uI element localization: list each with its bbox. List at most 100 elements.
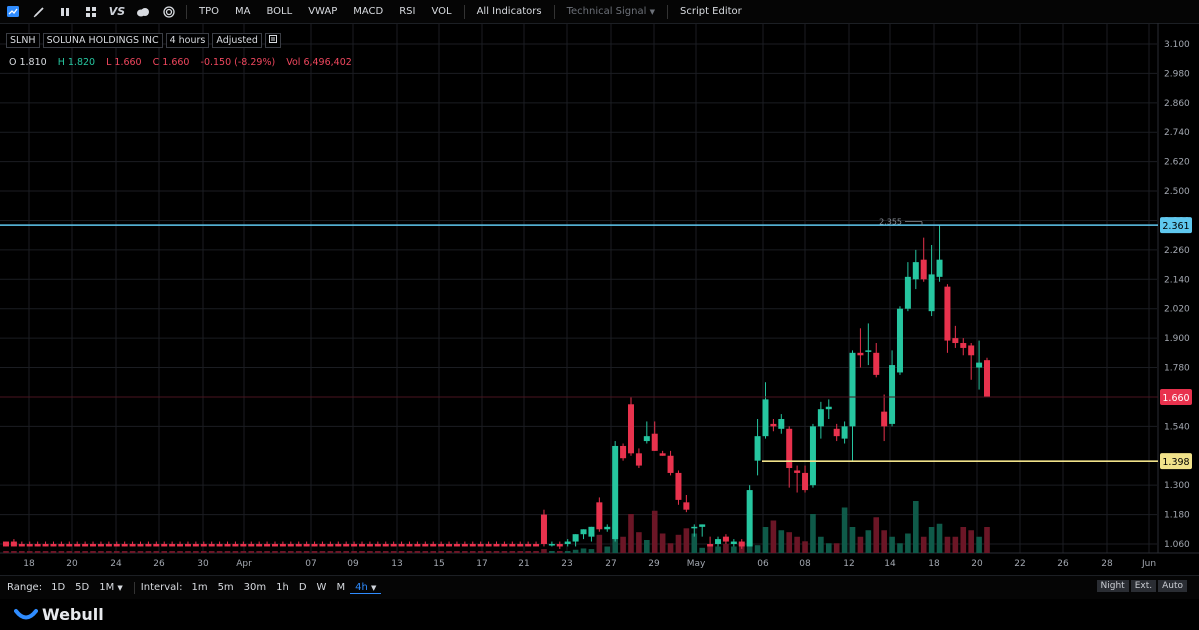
volume-bar <box>50 551 57 553</box>
volume-bar <box>161 551 168 553</box>
volume-bar <box>636 532 642 553</box>
volume-bar <box>42 551 49 553</box>
candle-body <box>817 409 824 427</box>
candle-body <box>976 362 983 368</box>
volume-bar <box>952 536 959 553</box>
range-1m[interactable]: 1M ▼ <box>94 582 128 593</box>
candle-body <box>366 544 373 547</box>
indicator-macd[interactable]: MACD <box>345 6 391 17</box>
candle-body <box>928 274 935 312</box>
target-icon[interactable] <box>156 0 182 23</box>
volume-bar <box>359 551 365 553</box>
interval-d[interactable]: D <box>294 582 312 593</box>
candle-body <box>279 544 286 547</box>
volume-bar <box>327 551 334 553</box>
range-5d[interactable]: 5D <box>70 582 94 593</box>
volume-bar <box>137 551 144 553</box>
y-tick-label: 2.500 <box>1164 187 1190 197</box>
interval-w[interactable]: W <box>312 582 332 593</box>
bar-divider <box>133 581 135 594</box>
interval-1m[interactable]: 1m <box>186 582 212 593</box>
candle-body <box>896 308 903 373</box>
candle-body <box>596 502 603 530</box>
indicator-rsi[interactable]: RSI <box>391 6 423 17</box>
volume-bar <box>303 551 310 553</box>
x-tick-label: 18 <box>23 559 35 569</box>
indicator-vwap[interactable]: VWAP <box>300 6 345 17</box>
x-tick-label: 27 <box>605 559 616 569</box>
range-1d[interactable]: 1D <box>46 582 70 593</box>
volume-bar <box>469 551 476 553</box>
y-tick-label: 1.540 <box>1164 422 1190 432</box>
price-chart[interactable]: 3.1002.9802.8602.7402.6202.5002.3802.260… <box>0 23 1199 575</box>
volume-bar <box>477 551 484 553</box>
indicator-vol[interactable]: VOL <box>423 6 459 17</box>
candle-body <box>430 544 437 547</box>
interval-1h[interactable]: 1h <box>271 582 294 593</box>
technical-signal-dropdown[interactable]: Technical Signal ▼ <box>559 6 663 17</box>
candle-body <box>319 544 326 547</box>
candle-body <box>501 544 508 547</box>
interval-4h[interactable]: 4h ▼ <box>350 582 382 594</box>
x-tick-label: 13 <box>391 559 402 569</box>
x-tick-label: 24 <box>110 559 122 569</box>
interval-m[interactable]: M <box>331 582 350 593</box>
all-indicators-button[interactable]: All Indicators <box>469 6 550 17</box>
volume-bar <box>240 551 247 553</box>
candle-body <box>469 544 476 547</box>
volume-bar <box>936 523 943 553</box>
volume-bar <box>731 546 737 553</box>
volume-bar <box>208 551 215 553</box>
candle-body <box>121 544 128 547</box>
script-editor-button[interactable]: Script Editor <box>672 6 750 17</box>
volume-bar <box>604 546 611 553</box>
candle-body <box>881 411 888 427</box>
candle-body <box>359 544 366 547</box>
vs-compare-icon[interactable]: VS <box>104 0 130 23</box>
volume-bar <box>438 551 444 553</box>
yellow-horizontal-line-tag-label: 1.398 <box>1162 457 1189 468</box>
adjusted-badge[interactable]: Adjusted <box>212 33 262 48</box>
indicator-ma[interactable]: MA <box>227 6 258 17</box>
volume-bar <box>556 551 563 553</box>
volume-bar <box>928 527 935 553</box>
candle-body <box>303 544 310 547</box>
toolbar-divider <box>186 4 187 19</box>
menu-square-icon[interactable] <box>264 33 281 48</box>
volume-bar <box>74 551 81 553</box>
low-value: 1.660 <box>114 57 142 68</box>
candle-body <box>849 352 856 427</box>
candle-body <box>746 490 753 547</box>
interval-badge[interactable]: 4 hours <box>165 33 210 48</box>
volume-bar <box>873 517 880 553</box>
indicator-boll[interactable]: BOLL <box>258 6 300 17</box>
candle-body <box>904 276 911 309</box>
indicator-tpo[interactable]: TPO <box>191 6 227 17</box>
volume-bar <box>319 551 326 553</box>
volume-bar <box>351 551 357 553</box>
high-label: H <box>57 57 65 68</box>
candle-body <box>477 544 484 547</box>
cloud-icon[interactable] <box>130 0 156 23</box>
ticker-symbol[interactable]: SLNH <box>6 33 40 48</box>
layout-grid-icon[interactable] <box>78 0 104 23</box>
night-button[interactable]: Night <box>1096 580 1129 592</box>
volume-bar <box>794 536 800 553</box>
candle-body <box>683 502 690 510</box>
volume-bar <box>343 551 349 553</box>
candle-body <box>841 426 848 439</box>
candle-body <box>18 544 25 547</box>
volume-bar <box>82 551 88 553</box>
draw-pencil-icon[interactable] <box>26 0 52 23</box>
candlestick-icon[interactable] <box>52 0 78 23</box>
ext-button[interactable]: Ext. <box>1130 580 1157 592</box>
auto-button[interactable]: Auto <box>1158 580 1187 592</box>
candle-body <box>651 433 658 451</box>
interval-30m[interactable]: 30m <box>239 582 271 593</box>
volume-bar <box>699 547 705 553</box>
interval-5m[interactable]: 5m <box>213 582 239 593</box>
chart-style-icon[interactable] <box>0 0 26 23</box>
webull-logo[interactable]: Webull <box>14 605 104 624</box>
volume-bar <box>145 551 152 553</box>
volume-bar <box>193 551 199 553</box>
